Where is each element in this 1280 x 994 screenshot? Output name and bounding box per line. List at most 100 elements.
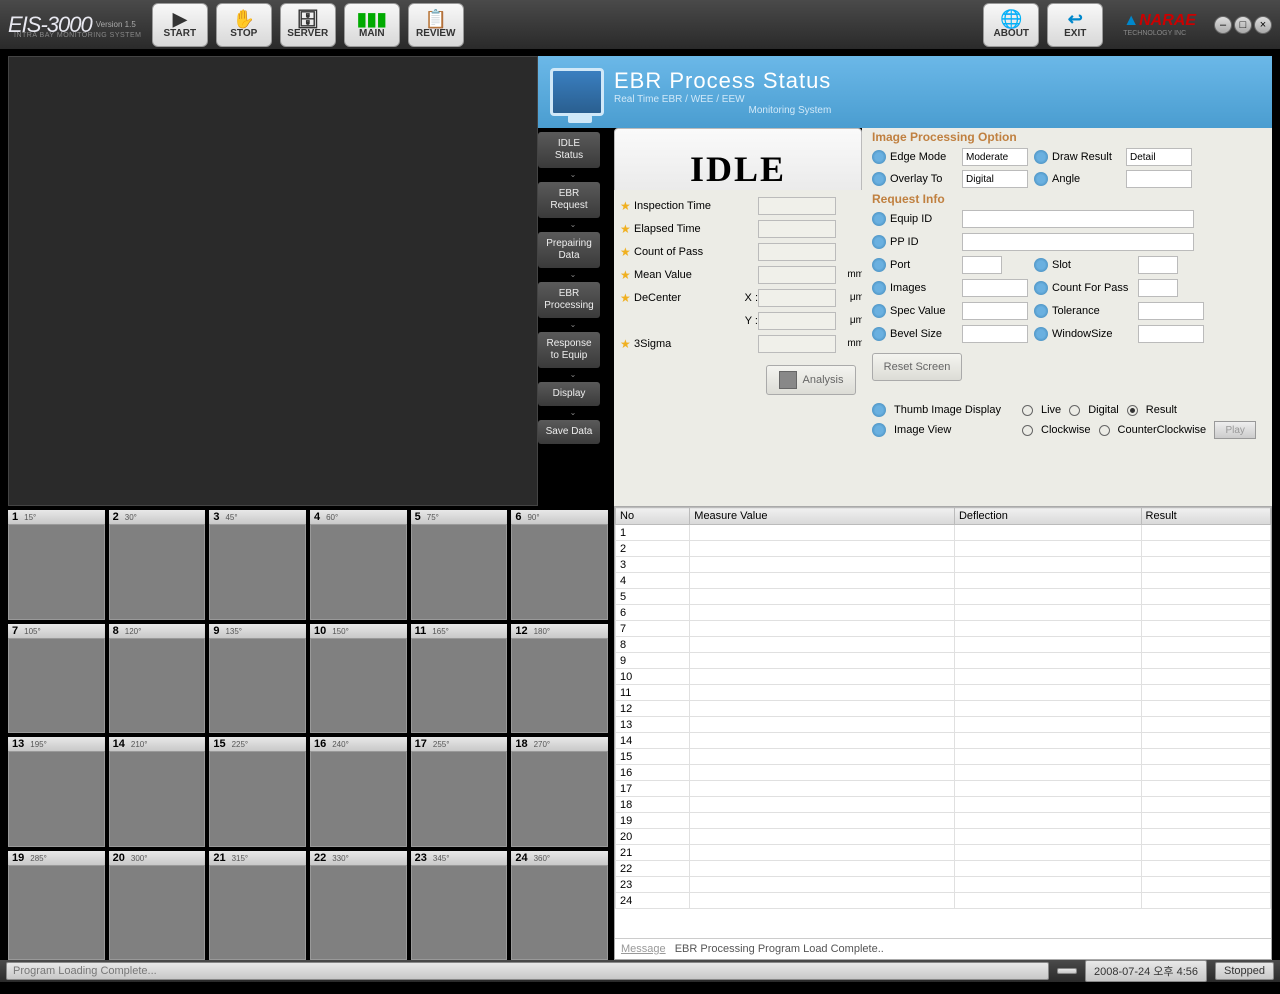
table-row[interactable]: 10 bbox=[616, 669, 1271, 685]
bevel-input[interactable] bbox=[962, 325, 1028, 343]
pp-check[interactable] bbox=[872, 235, 886, 249]
mean-input[interactable] bbox=[758, 266, 836, 284]
thumb-4[interactable]: 460° bbox=[310, 510, 407, 620]
step-1[interactable]: EBRRequest bbox=[538, 182, 600, 218]
close-button[interactable]: × bbox=[1254, 16, 1272, 34]
result-radio[interactable] bbox=[1127, 405, 1138, 416]
angle-check[interactable] bbox=[1034, 172, 1048, 186]
equip-input[interactable] bbox=[962, 210, 1194, 228]
play-button[interactable]: Play bbox=[1214, 421, 1256, 439]
thumb-6[interactable]: 690° bbox=[511, 510, 608, 620]
table-row[interactable]: 14 bbox=[616, 733, 1271, 749]
bevel-check[interactable] bbox=[872, 327, 886, 341]
countpass-input[interactable] bbox=[1138, 279, 1178, 297]
table-row[interactable]: 22 bbox=[616, 861, 1271, 877]
review-button[interactable]: 📋REVIEW bbox=[408, 3, 464, 47]
thumb-19[interactable]: 19285° bbox=[8, 851, 105, 961]
thumb-12[interactable]: 12180° bbox=[511, 624, 608, 734]
start-button[interactable]: ▶START bbox=[152, 3, 208, 47]
table-row[interactable]: 9 bbox=[616, 653, 1271, 669]
thumb-9[interactable]: 9135° bbox=[209, 624, 306, 734]
table-row[interactable]: 21 bbox=[616, 845, 1271, 861]
maximize-button[interactable]: □ bbox=[1234, 16, 1252, 34]
thumb-14[interactable]: 14210° bbox=[109, 737, 206, 847]
thumb-5[interactable]: 575° bbox=[411, 510, 508, 620]
table-row[interactable]: 7 bbox=[616, 621, 1271, 637]
minimize-button[interactable]: – bbox=[1214, 16, 1232, 34]
table-row[interactable]: 4 bbox=[616, 573, 1271, 589]
table-row[interactable]: 2 bbox=[616, 541, 1271, 557]
table-row[interactable]: 11 bbox=[616, 685, 1271, 701]
thumb-15[interactable]: 15225° bbox=[209, 737, 306, 847]
thumb-2[interactable]: 230° bbox=[109, 510, 206, 620]
equip-check[interactable] bbox=[872, 212, 886, 226]
analysis-button[interactable]: Analysis bbox=[766, 365, 856, 395]
table-row[interactable]: 6 bbox=[616, 605, 1271, 621]
table-row[interactable]: 23 bbox=[616, 877, 1271, 893]
step-2[interactable]: PrepairingData bbox=[538, 232, 600, 268]
table-row[interactable]: 3 bbox=[616, 557, 1271, 573]
server-button[interactable]: 🗄SERVER bbox=[280, 3, 336, 47]
decenter-y-input[interactable] bbox=[758, 312, 836, 330]
thumb-21[interactable]: 21315° bbox=[209, 851, 306, 961]
about-button[interactable]: 🌐ABOUT bbox=[983, 3, 1039, 47]
table-row[interactable]: 12 bbox=[616, 701, 1271, 717]
table-row[interactable]: 16 bbox=[616, 765, 1271, 781]
sigma-input[interactable] bbox=[758, 335, 836, 353]
step-5[interactable]: Display bbox=[538, 382, 600, 406]
tol-input[interactable] bbox=[1138, 302, 1204, 320]
thumb-18[interactable]: 18270° bbox=[511, 737, 608, 847]
thumb-13[interactable]: 13195° bbox=[8, 737, 105, 847]
decenter-x-input[interactable] bbox=[758, 289, 836, 307]
table-row[interactable]: 8 bbox=[616, 637, 1271, 653]
thumb-10[interactable]: 10150° bbox=[310, 624, 407, 734]
countpass-check[interactable] bbox=[1034, 281, 1048, 295]
angle-input[interactable] bbox=[1126, 170, 1192, 188]
images-input[interactable] bbox=[962, 279, 1028, 297]
table-row[interactable]: 17 bbox=[616, 781, 1271, 797]
thumb-8[interactable]: 8120° bbox=[109, 624, 206, 734]
thumb-17[interactable]: 17255° bbox=[411, 737, 508, 847]
cw-radio[interactable] bbox=[1022, 425, 1033, 436]
table-row[interactable]: 18 bbox=[616, 797, 1271, 813]
step-4[interactable]: Responseto Equip bbox=[538, 332, 600, 368]
images-check[interactable] bbox=[872, 281, 886, 295]
table-row[interactable]: 1 bbox=[616, 525, 1271, 541]
winsize-input[interactable] bbox=[1138, 325, 1204, 343]
table-row[interactable]: 20 bbox=[616, 829, 1271, 845]
step-6[interactable]: Save Data bbox=[538, 420, 600, 444]
draw-result-check[interactable] bbox=[1034, 150, 1048, 164]
overlay-input[interactable] bbox=[962, 170, 1028, 188]
port-check[interactable] bbox=[872, 258, 886, 272]
reset-screen-button[interactable]: Reset Screen bbox=[872, 353, 962, 381]
thumb-23[interactable]: 23345° bbox=[411, 851, 508, 961]
thumb-7[interactable]: 7105° bbox=[8, 624, 105, 734]
table-row[interactable]: 5 bbox=[616, 589, 1271, 605]
thumb-20[interactable]: 20300° bbox=[109, 851, 206, 961]
table-row[interactable]: 15 bbox=[616, 749, 1271, 765]
thumb-11[interactable]: 11165° bbox=[411, 624, 508, 734]
elapsed-input[interactable] bbox=[758, 220, 836, 238]
slot-check[interactable] bbox=[1034, 258, 1048, 272]
imgview-check[interactable] bbox=[872, 423, 886, 437]
thumb-1[interactable]: 115° bbox=[8, 510, 105, 620]
edge-mode-input[interactable] bbox=[962, 148, 1028, 166]
thumb-22[interactable]: 22330° bbox=[310, 851, 407, 961]
thumb-display-check[interactable] bbox=[872, 403, 886, 417]
overlay-check[interactable] bbox=[872, 172, 886, 186]
live-radio[interactable] bbox=[1022, 405, 1033, 416]
tol-check[interactable] bbox=[1034, 304, 1048, 318]
draw-result-input[interactable] bbox=[1126, 148, 1192, 166]
port-input[interactable] bbox=[962, 256, 1002, 274]
count-input[interactable] bbox=[758, 243, 836, 261]
table-row[interactable]: 19 bbox=[616, 813, 1271, 829]
thumb-3[interactable]: 345° bbox=[209, 510, 306, 620]
exit-button[interactable]: ↩EXIT bbox=[1047, 3, 1103, 47]
table-row[interactable]: 24 bbox=[616, 893, 1271, 909]
spec-check[interactable] bbox=[872, 304, 886, 318]
winsize-check[interactable] bbox=[1034, 327, 1048, 341]
inspection-input[interactable] bbox=[758, 197, 836, 215]
stop-button[interactable]: ✋STOP bbox=[216, 3, 272, 47]
step-3[interactable]: EBRProcessing bbox=[538, 282, 600, 318]
ccw-radio[interactable] bbox=[1099, 425, 1110, 436]
